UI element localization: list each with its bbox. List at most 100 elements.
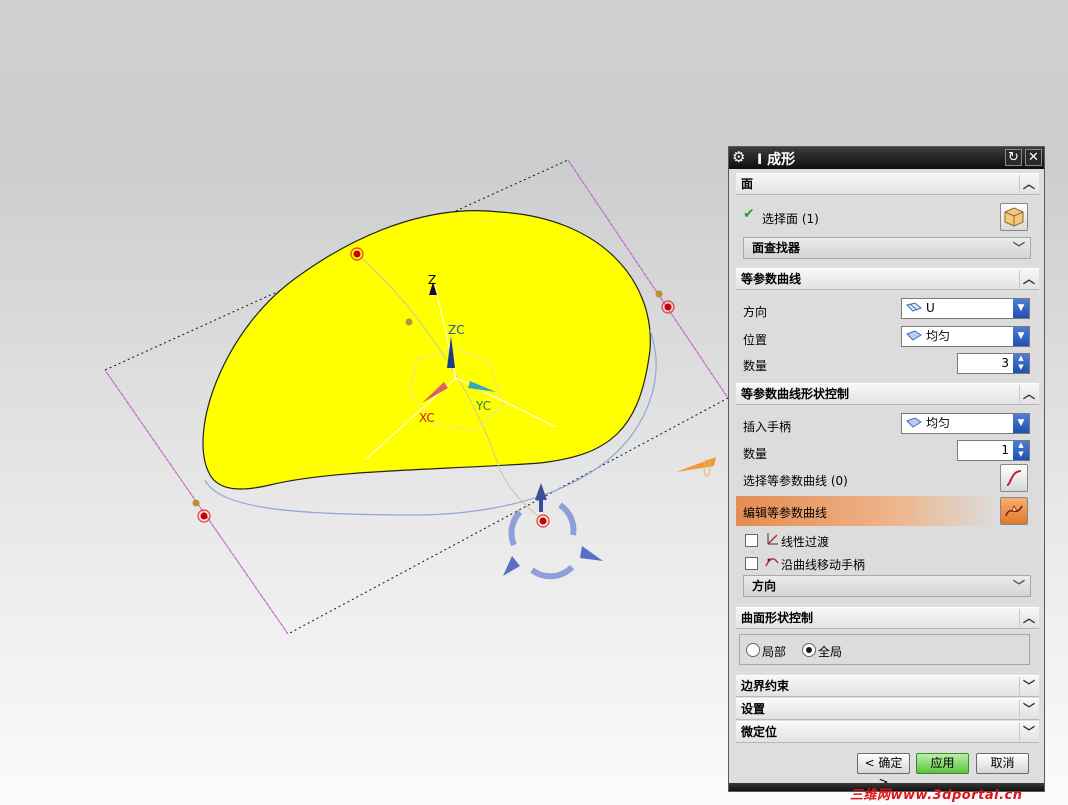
- uniform-icon: [906, 417, 922, 428]
- manip-arc-left[interactable]: [508, 509, 523, 547]
- manip-arc-bottom[interactable]: [530, 564, 575, 580]
- handle-count-value: 1: [1001, 443, 1009, 457]
- edit-iso-label: 编辑等参数曲线: [743, 506, 828, 520]
- manip-arrow-right[interactable]: [580, 546, 603, 561]
- ok-button[interactable]: < 确定 >: [857, 753, 910, 789]
- spin-arrows-icon[interactable]: ▲ ▼: [1013, 441, 1029, 460]
- chevron-down-icon[interactable]: ﹀: [1019, 677, 1038, 695]
- handle-point-1[interactable]: [405, 318, 413, 326]
- select-iso-label: 选择等参数曲线 (0): [743, 474, 848, 488]
- cube-icon: [1004, 207, 1024, 227]
- chevron-down-icon[interactable]: ﹀: [1019, 700, 1038, 718]
- direction-subsection-label: 方向: [752, 579, 777, 593]
- dialog-title: I 成形: [757, 152, 796, 168]
- manip-arc-right[interactable]: [558, 502, 577, 536]
- local-radio[interactable]: [746, 643, 760, 657]
- linear-transition-icon: [767, 533, 778, 545]
- position-label: 位置: [743, 333, 768, 347]
- iso-count-value: 3: [1001, 356, 1009, 370]
- dropdown-arrow-icon[interactable]: ▼: [1013, 327, 1029, 346]
- section-iso-curves-title: 等参数曲线: [741, 272, 802, 286]
- watermark-text: 三维网www.3dportal.cn: [850, 788, 1023, 803]
- handle-count-label: 数量: [743, 447, 768, 461]
- edit-iso-curve-button[interactable]: [1000, 497, 1028, 525]
- section-iso-curves-body: 方向 U ▼ 位置 均匀 ▼ 数量 3 ▲ ▼: [736, 292, 1039, 382]
- section-settings-header[interactable]: 设置 ﹀: [736, 698, 1039, 720]
- uniform-icon: [906, 330, 922, 341]
- local-label: 局部: [762, 645, 787, 659]
- gear-icon[interactable]: ⚙: [732, 149, 748, 165]
- direction-label: 方向: [743, 305, 768, 319]
- section-surface-shape-header[interactable]: 曲面形状控制 ︿: [736, 607, 1039, 629]
- global-label: 全局: [818, 645, 843, 659]
- section-settings-title: 设置: [741, 702, 766, 716]
- insert-handle-label: 插入手柄: [743, 420, 792, 434]
- manip-arrow-left[interactable]: [503, 556, 520, 576]
- global-radio[interactable]: [802, 643, 816, 657]
- select-iso-curve-button[interactable]: [1000, 464, 1028, 492]
- shape-control-group: 局部 全局: [739, 634, 1030, 665]
- linear-transition-checkbox[interactable]: [745, 534, 758, 547]
- section-fine-position-title: 微定位: [741, 725, 778, 739]
- cancel-button[interactable]: 取消: [976, 753, 1029, 774]
- section-surface-shape-title: 曲面形状控制: [741, 611, 814, 625]
- edit-curve-icon: [1005, 505, 1023, 517]
- chevron-up-icon[interactable]: ︿: [1019, 175, 1038, 193]
- face-finder-label: 面查找器: [752, 241, 801, 255]
- direction-value: U: [926, 301, 935, 315]
- section-iso-shape-body: 插入手柄 均匀 ▼ 数量 1 ▲ ▼ 选择等参数曲线 (0) 编辑等参数曲线 线…: [736, 407, 1039, 603]
- select-face-label: 选择面 (1): [762, 212, 819, 226]
- apply-button[interactable]: 应用: [916, 753, 969, 774]
- section-boundary-title: 边界约束: [741, 679, 790, 693]
- chevron-up-icon[interactable]: ︿: [1019, 609, 1038, 627]
- axis-label-xc: XC: [419, 411, 435, 425]
- move-handle-label: 沿曲线移动手柄: [781, 558, 866, 572]
- section-face-header[interactable]: 面 ︿: [736, 173, 1039, 195]
- insert-handle-select[interactable]: 均匀 ▼: [901, 413, 1030, 434]
- freeform-surface[interactable]: [202, 210, 651, 490]
- select-face-button[interactable]: [1000, 203, 1028, 231]
- position-value: 均匀: [926, 329, 951, 343]
- chevron-down-icon: ﹀: [1012, 241, 1025, 255]
- section-face-body: ✔ 选择面 (1) 面查找器 ﹀: [736, 197, 1039, 265]
- section-fine-position-header[interactable]: 微定位 ﹀: [736, 721, 1039, 743]
- check-icon: ✔: [743, 206, 755, 222]
- edit-iso-curve-row[interactable]: 编辑等参数曲线: [736, 496, 998, 526]
- reset-icon[interactable]: ↻: [1005, 149, 1022, 166]
- iso-count-spinner[interactable]: 3 ▲ ▼: [957, 353, 1030, 374]
- direction-select[interactable]: U ▼: [901, 298, 1030, 319]
- section-iso-curves-header[interactable]: 等参数曲线 ︿: [736, 268, 1039, 290]
- axis-label-z: Z: [428, 273, 436, 287]
- spin-arrows-icon[interactable]: ▲ ▼: [1013, 354, 1029, 373]
- section-face-title: 面: [741, 177, 754, 191]
- chevron-down-icon[interactable]: ﹀: [1019, 723, 1038, 741]
- dropdown-arrow-icon[interactable]: ▼: [1013, 299, 1029, 318]
- manip-up-arrow[interactable]: [535, 483, 547, 512]
- axis-label-zc: ZC: [448, 323, 465, 337]
- chevron-up-icon[interactable]: ︿: [1019, 270, 1038, 288]
- section-surface-shape-body: 局部 全局: [736, 631, 1039, 671]
- close-icon[interactable]: ✕: [1025, 149, 1042, 166]
- chevron-up-icon[interactable]: ︿: [1019, 385, 1038, 403]
- position-select[interactable]: 均匀 ▼: [901, 326, 1030, 347]
- move-handle-icon: [765, 558, 779, 567]
- dropdown-arrow-icon[interactable]: ▼: [1013, 414, 1029, 433]
- section-iso-shape-title: 等参数曲线形状控制: [741, 387, 850, 401]
- count-label: 数量: [743, 359, 768, 373]
- move-handle-checkbox[interactable]: [745, 557, 758, 570]
- shape-dialog: ⚙ I 成形 ↻ ✕ 面 ︿ ✔ 选择面 (1) 面查找器 ﹀ 等参数曲线 ︿ …: [728, 146, 1045, 792]
- chevron-down-icon: ﹀: [1012, 579, 1025, 593]
- section-iso-shape-header[interactable]: 等参数曲线形状控制 ︿: [736, 383, 1039, 405]
- face-finder-dropdown[interactable]: 面查找器 ﹀: [743, 237, 1031, 259]
- section-boundary-header[interactable]: 边界约束 ﹀: [736, 675, 1039, 697]
- axis-label-yc: YC: [475, 399, 491, 413]
- direction-u-icon: [906, 302, 922, 312]
- linear-transition-label: 线性过渡: [781, 535, 830, 549]
- handle-count-spinner[interactable]: 1 ▲ ▼: [957, 440, 1030, 461]
- handle-point-2[interactable]: [655, 290, 663, 298]
- insert-handle-value: 均匀: [926, 416, 951, 430]
- direction-subsection-dropdown[interactable]: 方向 ﹀: [743, 575, 1031, 597]
- curve-icon: [1006, 470, 1022, 486]
- handle-point-3[interactable]: [192, 499, 200, 507]
- dialog-title-bar: ⚙ I 成形 ↻ ✕: [729, 147, 1044, 169]
